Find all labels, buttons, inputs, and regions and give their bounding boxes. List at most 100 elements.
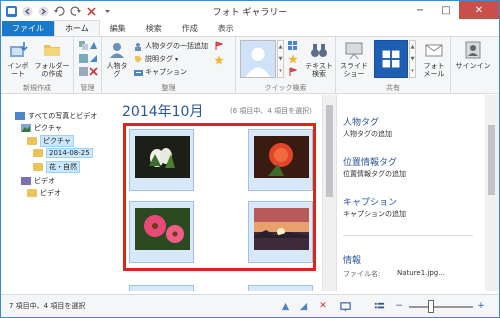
app-icon [6, 5, 17, 17]
nav-pictures-folder[interactable]: ピクチャ [27, 135, 74, 147]
nav-videos-library[interactable]: ビデオ [21, 176, 55, 186]
image-icon[interactable] [79, 54, 88, 63]
selection-count: (6 項目中、4 項目を選択) [230, 107, 312, 115]
flag-filter-icon[interactable] [288, 67, 298, 77]
status-bar: 7 項目中、4 項目を選択 ✕ − + [1, 294, 499, 317]
tab-edit[interactable]: 編集 [100, 21, 136, 36]
thumbnail-scroll-thumb[interactable] [326, 105, 333, 197]
people-add-icon [135, 42, 141, 51]
onedrive-button[interactable] [374, 40, 408, 78]
people-tag-button[interactable]: 人物タグ [105, 40, 129, 78]
person-silhouette-icon [241, 41, 275, 77]
qat-dropdown-icon[interactable] [101, 5, 114, 18]
slideshow-icon[interactable] [339, 300, 351, 312]
binoculars-icon [311, 44, 327, 57]
group-manage: 管理 [74, 37, 102, 94]
nav-pictures-library[interactable]: ピクチャ [21, 123, 62, 133]
tab-file[interactable]: ファイル [2, 21, 54, 36]
description-tag-button[interactable]: 説明タグ ▾ [134, 54, 178, 64]
text-search-button[interactable]: テキスト検索 [304, 40, 334, 78]
tab-create[interactable]: 作成 [172, 21, 208, 36]
photos-videos-icon [15, 112, 25, 120]
import-button[interactable]: インポート [5, 40, 31, 78]
gallery-scroll[interactable]: ▲ ▼ ▾ [277, 40, 284, 78]
group-organize-label: 整理 [161, 84, 176, 92]
star-icon[interactable] [214, 55, 224, 65]
grid-icon[interactable] [288, 41, 298, 51]
nav-all-photos[interactable]: すべての写真とビデオ [15, 111, 97, 121]
rotate-icon[interactable] [89, 41, 98, 50]
signin-button[interactable]: サインイン [453, 40, 493, 70]
tab-home[interactable]: ホーム [54, 20, 100, 36]
properties-icon[interactable] [79, 67, 88, 76]
caption-button[interactable]: キャプション [134, 67, 187, 77]
caption-label: キャプション [145, 68, 187, 76]
share-gallery-scroll[interactable]: ▲ ▼ ▾ [409, 40, 416, 78]
people-tag-label: 人物タグ [106, 62, 128, 78]
folder-icon [27, 137, 37, 145]
zoom-out-icon[interactable]: − [393, 300, 405, 312]
thumbnail-scrollbar[interactable] [322, 95, 336, 291]
bulk-people-tag-button[interactable]: 人物タグの一括追加 [134, 41, 208, 51]
month-heading: 2014年10月 [122, 104, 204, 120]
description-tag-dropdown-icon[interactable]: ▾ [175, 56, 178, 63]
group-organize: 人物タグ 人物タグの一括追加 説明タグ ▾ キャプション 整理 [102, 37, 236, 94]
flag-icon[interactable] [214, 41, 224, 51]
rotate-right-icon[interactable] [297, 300, 309, 312]
add-caption-link[interactable]: キャプションの追加 [343, 209, 406, 219]
close-button[interactable]: ✕ [459, 1, 499, 19]
create-folder-button[interactable]: フォルダーの作成 [33, 40, 71, 78]
nav-flowers-folder-label: 花・自然 [46, 161, 80, 173]
delete-icon[interactable] [85, 5, 98, 18]
geotag-heading: 位置情報タグ [343, 158, 398, 168]
back-icon[interactable] [21, 5, 34, 18]
partial-row-tile[interactable] [129, 285, 194, 291]
nav-videos-folder[interactable]: ビデオ [27, 188, 61, 198]
zoom-slider-thumb[interactable] [428, 300, 434, 313]
nav-date-folder-label: 2014-08-25 [46, 148, 93, 158]
minimize-button[interactable]: − [407, 1, 433, 19]
rotate-left-icon[interactable] [279, 300, 291, 312]
slideshow-button[interactable]: スライドショー [339, 40, 369, 78]
delete-icon[interactable]: ✕ [317, 300, 329, 312]
details-scroll-thumb[interactable] [488, 125, 495, 195]
nav-flowers-folder[interactable]: 花・自然 [33, 161, 80, 173]
zoom-slider-track[interactable] [409, 306, 473, 308]
rating-star-icon[interactable] [288, 54, 298, 64]
folder-icon [33, 149, 43, 157]
title-bar: フォト ギャラリー − □ ✕ [1, 1, 499, 21]
create-folder-label: フォルダーの作成 [34, 62, 70, 78]
divider [343, 235, 473, 236]
folder-icon [33, 163, 43, 171]
undo-icon[interactable] [53, 5, 66, 18]
group-new-label: 新規作成 [23, 84, 51, 92]
filename-label: ファイル名: [343, 270, 381, 278]
slideshow-icon [345, 42, 363, 60]
people-filter-gallery[interactable] [240, 40, 276, 78]
import-icon [10, 42, 28, 57]
photo-mail-button[interactable]: フォトメール [420, 40, 448, 78]
add-geotag-link[interactable]: 位置情報タグの追加 [343, 169, 406, 179]
zoom-in-icon[interactable]: + [475, 300, 487, 312]
info-heading: 情報 [343, 256, 362, 266]
remove-icon[interactable] [89, 67, 98, 76]
nav-videos-folder-label: ビデオ [40, 189, 61, 197]
tab-search[interactable]: 検索 [136, 21, 172, 36]
pictures-library-icon [21, 124, 31, 132]
partial-row-tile[interactable] [248, 285, 313, 291]
copy-icon[interactable] [79, 41, 88, 50]
ribbon: インポート フォルダーの作成 新規作成 管理 人物タグ 人物タグの一括追加 説明… [1, 37, 499, 94]
redo-icon[interactable] [69, 5, 82, 18]
rotate-right-icon[interactable] [89, 54, 98, 63]
nav-date-folder[interactable]: 2014-08-25 [33, 148, 93, 158]
forward-icon[interactable] [37, 5, 50, 18]
nav-pictures-library-label: ピクチャ [34, 124, 62, 132]
text-search-label: テキスト検索 [305, 62, 333, 78]
thumbnail-area: 2014年10月 (6 項目中、4 項目を選択) [114, 95, 336, 291]
add-people-tag-link[interactable]: 人物タグの追加 [343, 129, 392, 139]
selection-highlight [123, 123, 316, 271]
tab-view[interactable]: 表示 [208, 21, 244, 36]
maximize-button[interactable]: □ [433, 1, 459, 19]
details-view-icon[interactable] [373, 300, 385, 312]
details-scrollbar[interactable] [485, 95, 499, 291]
